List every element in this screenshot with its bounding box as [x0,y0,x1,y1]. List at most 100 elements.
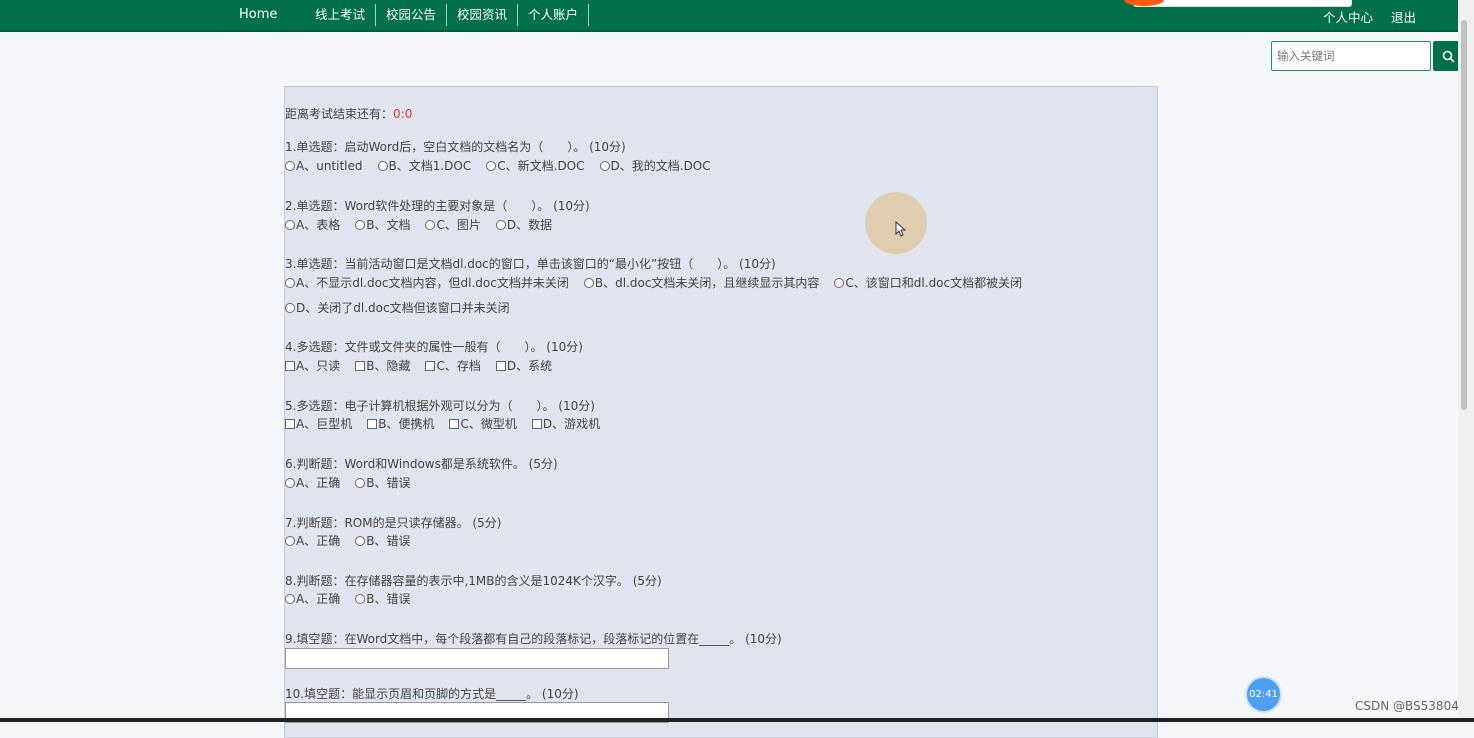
option-radio[interactable]: A、正确 [285,590,340,607]
question-options: A、正确 B、错误 [285,590,425,607]
option-label: A、正确 [296,476,341,490]
option-label: C、存档 [436,359,481,373]
option-checkbox[interactable]: C、存档 [425,357,481,374]
question-text: 5.多选题：电子计算机根据外观可以分为（ ）。 (10分) [285,399,595,413]
nav-user-links: 个人中心 退出 [1323,7,1416,26]
option-radio[interactable]: B、错误 [355,532,410,549]
option-label: A、表格 [296,218,341,232]
checkbox[interactable] [367,418,378,429]
option-checkbox[interactable]: B、便携机 [367,415,434,432]
option-radio[interactable]: B、文档1.DOC [377,157,471,174]
radio-button[interactable] [285,219,295,230]
question-options: A、不显示dl.doc文档内容，但dl.doc文档并未关闭 B、dl.doc文档… [285,274,1037,291]
option-radio[interactable]: C、图片 [425,216,481,233]
option-label: B、便携机 [378,417,435,431]
nav-link-campus-news[interactable]: 校园资讯 [447,4,519,26]
bottom-edge [0,718,1474,722]
option-label: D、数据 [506,218,553,232]
option-label: B、dl.doc文档未关闭，且继续显示其内容 [594,276,820,290]
radio-button[interactable] [355,477,366,488]
radio-button[interactable] [285,477,295,488]
option-radio[interactable]: D、我的文档.DOC [599,157,711,174]
radio-button[interactable] [377,160,388,171]
option-radio[interactable]: A、不显示dl.doc文档内容，但dl.doc文档并未关闭 [285,274,569,291]
option-radio[interactable]: A、untitled [285,157,363,174]
checkbox[interactable] [285,360,295,371]
nav-link-campus-notice[interactable]: 校园公告 [376,4,448,26]
question-text: 2.单选题：Word软件处理的主要对象是（ ）。 (10分) [285,199,590,213]
question-options: D、关闭了dl.doc文档但该窗口并未关闭 [285,299,525,316]
option-radio[interactable]: B、文档 [355,216,410,233]
timer-value: 0:0 [393,107,413,121]
option-checkbox[interactable]: B、隐藏 [355,357,410,374]
option-radio[interactable]: A、正确 [285,532,340,549]
option-label: A、不显示dl.doc文档内容，但dl.doc文档并未关闭 [296,276,569,290]
option-radio[interactable]: A、正确 [285,474,340,491]
option-radio[interactable]: B、dl.doc文档未关闭，且继续显示其内容 [583,274,820,291]
search-icon [1442,50,1455,63]
option-label: C、该窗口和dl.doc文档都被关闭 [845,276,1023,290]
option-radio[interactable]: C、新文档.DOC [486,157,585,174]
radio-button[interactable] [285,535,295,546]
checkbox[interactable] [425,360,436,371]
radio-button[interactable] [285,302,295,313]
option-checkbox[interactable]: A、巨型机 [285,415,352,432]
option-radio[interactable]: C、该窗口和dl.doc文档都被关闭 [834,274,1022,291]
option-label: D、游戏机 [542,417,601,431]
option-label: C、新文档.DOC [497,159,585,173]
floating-popup-edge [1133,0,1352,7]
option-label: D、我的文档.DOC [610,159,711,173]
checkbox[interactable] [495,360,506,371]
radio-button[interactable] [355,219,366,230]
timer-label: 距离考试结束还有： [285,107,394,121]
mouse-cursor-icon [895,221,906,237]
checkbox[interactable] [531,418,542,429]
search-input[interactable] [1271,41,1431,71]
question-options: A、只读 B、隐藏 C、存档 D、系统 [285,357,567,374]
option-checkbox[interactable]: A、只读 [285,357,340,374]
option-label: B、错误 [366,592,411,606]
radio-button[interactable] [355,593,366,604]
radio-button[interactable] [599,160,610,171]
option-checkbox[interactable]: D、系统 [495,357,552,374]
option-radio[interactable]: D、关闭了dl.doc文档但该窗口并未关闭 [285,299,510,316]
checkbox[interactable] [285,418,295,429]
nav-link-personal-center[interactable]: 个人中心 [1323,7,1373,26]
radio-button[interactable] [285,277,295,288]
radio-button[interactable] [285,160,295,171]
question-options: A、正确 B、错误 [285,474,425,491]
question-text: 8.判断题：在存储器容量的表示中,1MB的含义是1024K个汉字。 (5分) [285,574,662,588]
nav-link-online-exam[interactable]: 线上考试 [303,4,377,26]
option-checkbox[interactable]: D、游戏机 [531,415,601,432]
option-label: A、正确 [296,534,341,548]
checkbox[interactable] [355,360,366,371]
option-radio[interactable]: B、错误 [355,474,410,491]
option-label: D、关闭了dl.doc文档但该窗口并未关闭 [296,301,510,315]
radio-button[interactable] [355,535,366,546]
option-label: A、巨型机 [296,417,353,431]
scrollbar-thumb[interactable] [1461,20,1467,410]
option-radio[interactable]: A、表格 [285,216,340,233]
question-text: 7.判断题：ROM的是只读存储器。 (5分) [285,516,502,530]
option-radio[interactable]: B、错误 [355,590,410,607]
radio-button[interactable] [285,593,295,604]
option-checkbox[interactable]: C、微型机 [449,415,517,432]
checkbox[interactable] [449,418,460,429]
nav-link-personal-account[interactable]: 个人账户 [518,4,590,26]
question-options: A、巨型机 B、便携机 C、微型机 D、游戏机 [285,415,615,432]
option-radio[interactable]: D、数据 [495,216,553,233]
exam-panel: 距离考试结束还有：0:0 1.单选题：启动Word后，空白文档的文档名为（ ）。… [284,86,1158,738]
watermark: CSDN @BS53804 [1355,699,1459,713]
nav-links: 线上考试 校园公告 校园资讯 个人账户 [303,4,590,26]
radio-button[interactable] [495,219,506,230]
nav-link-logout[interactable]: 退出 [1391,7,1416,26]
radio-button[interactable] [425,219,436,230]
fill-answer-input[interactable] [285,648,669,669]
radio-button[interactable] [583,277,594,288]
question-options: A、正确 B、错误 [285,532,425,549]
search-bar [1271,41,1463,71]
radio-button[interactable] [834,277,845,288]
nav-home-link[interactable]: Home [239,7,277,22]
radio-button[interactable] [486,160,497,171]
question-options: A、表格 B、文档 C、图片 D、数据 [285,216,567,233]
